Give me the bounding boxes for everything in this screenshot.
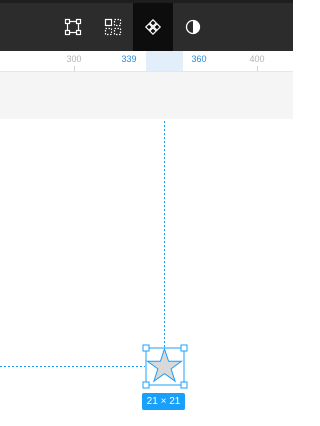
resize-handle-bottom-right[interactable]: [180, 381, 188, 389]
star-shape[interactable]: [145, 347, 184, 383]
canvas-overlay: [0, 121, 188, 389]
resize-handle-bottom-left[interactable]: [142, 381, 150, 389]
resize-handle-top-left[interactable]: [142, 344, 150, 352]
selection-size-badge: 21 × 21: [142, 393, 185, 410]
resize-handle-top-right[interactable]: [180, 344, 188, 352]
star-icon[interactable]: [145, 347, 184, 383]
design-editor: 300 339 360 400 21 × 21: [0, 0, 293, 426]
